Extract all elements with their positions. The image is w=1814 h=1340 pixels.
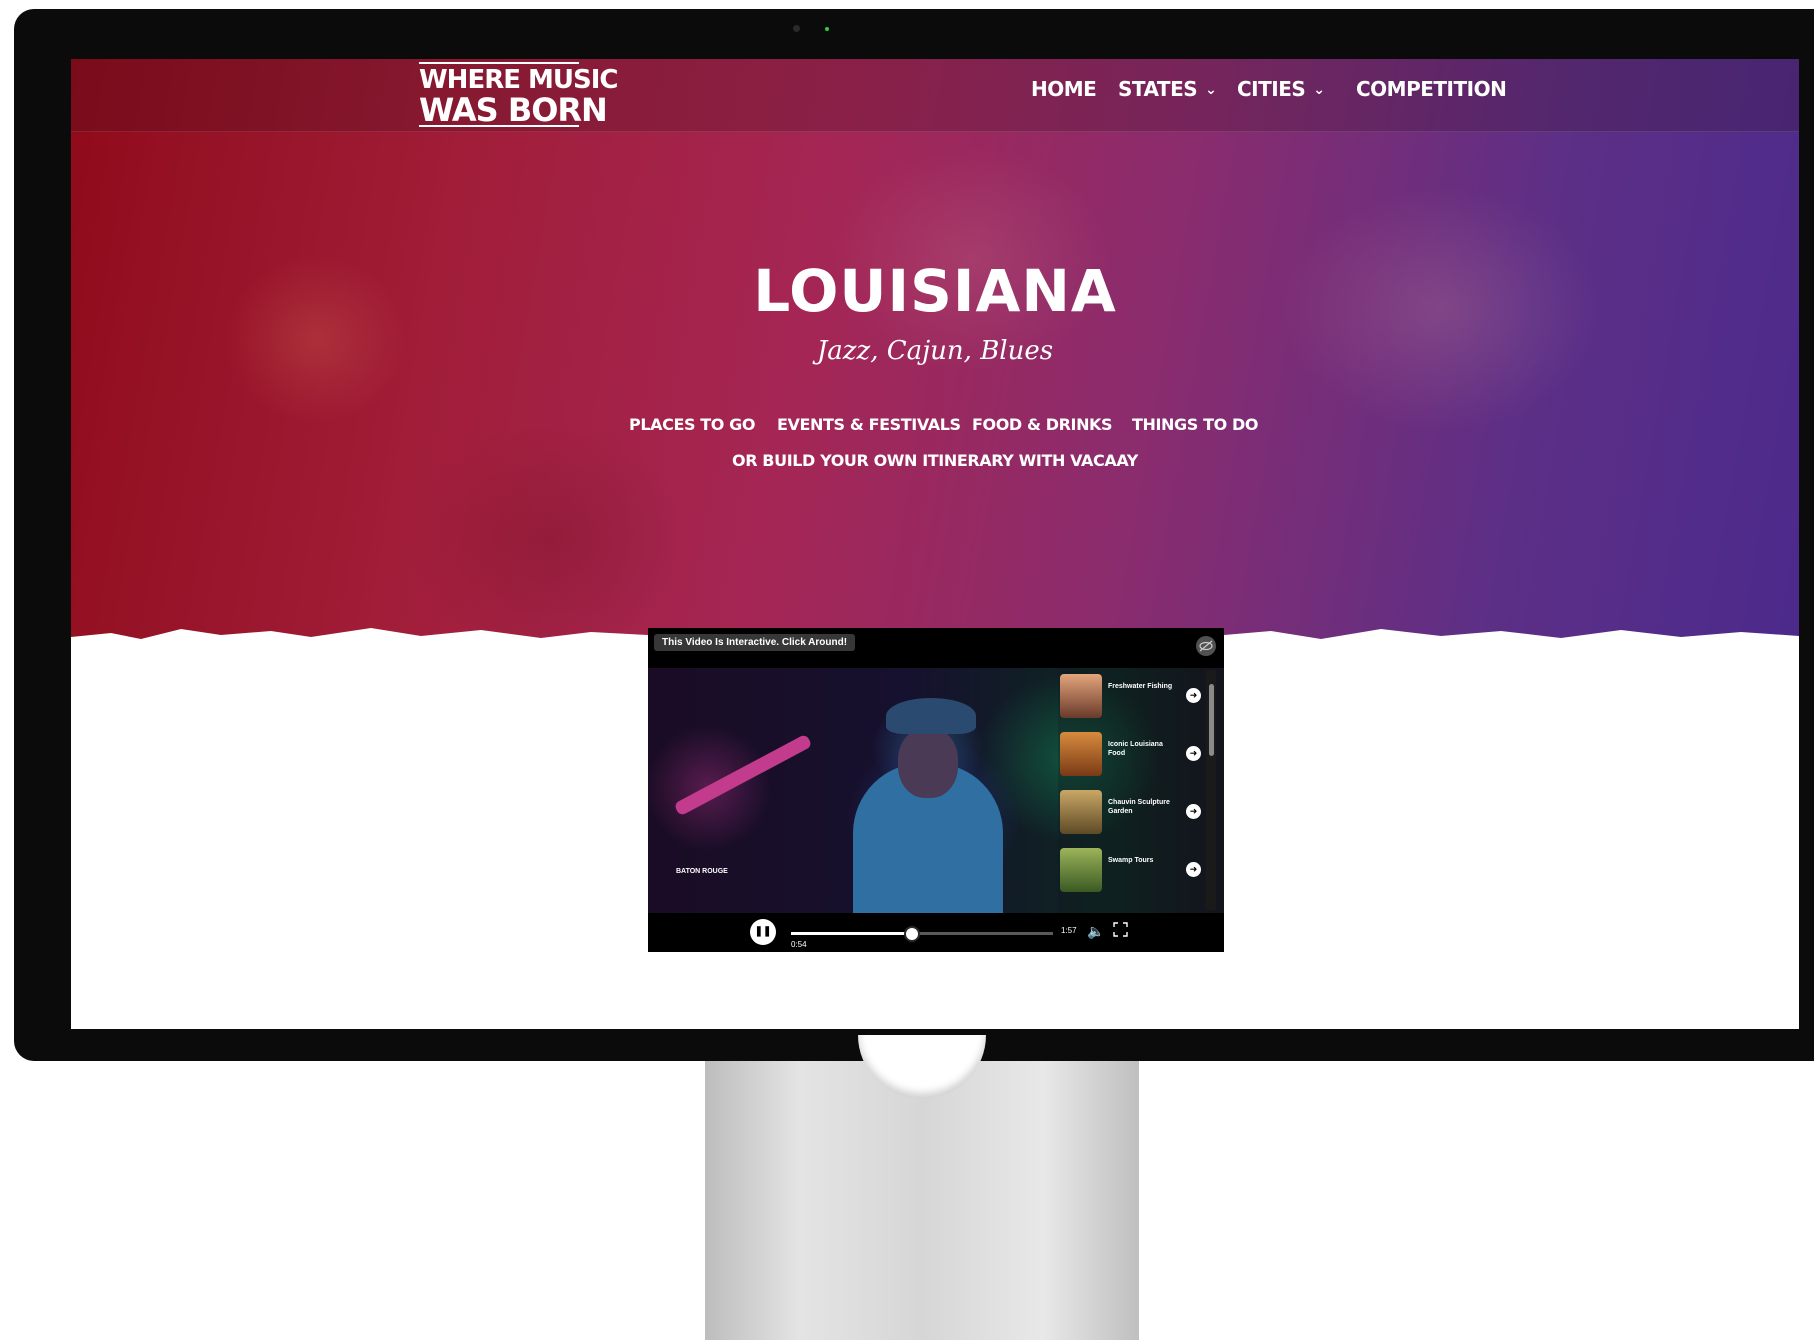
camera-icon: [793, 25, 800, 32]
duration: 1:57: [1061, 926, 1077, 935]
interactive-banner: This Video Is Interactive. Click Around!: [654, 634, 856, 651]
chevron-down-icon: ⌄: [1313, 82, 1325, 98]
browser-viewport: WHERE MUSIC WAS BORN HOME STATES ⌄ CITIES…: [71, 59, 1799, 1029]
nav-states-label: STATES: [1118, 77, 1198, 101]
arrow-right-circle-icon[interactable]: ➜: [1186, 804, 1201, 819]
link-places-to-go[interactable]: PLACES TO GO: [629, 415, 755, 434]
nav-competition-label: COMPETITION: [1356, 77, 1507, 101]
link-things-to-do[interactable]: THINGS TO DO: [1132, 415, 1258, 434]
arrow-right-circle-icon[interactable]: ➜: [1186, 688, 1201, 703]
eye-slash-icon[interactable]: [1196, 636, 1216, 656]
arrow-right-circle-icon[interactable]: ➜: [1186, 862, 1201, 877]
sidebar-card[interactable]: Chauvin Sculpture Garden ➜: [1058, 786, 1206, 838]
sidebar-scroll-thumb[interactable]: [1209, 684, 1214, 756]
map-label: BATON ROUGE: [676, 868, 728, 875]
volume-icon[interactable]: 🔈: [1087, 923, 1104, 940]
hero-banner: WHERE MUSIC WAS BORN HOME STATES ⌄ CITIES…: [71, 59, 1799, 699]
monitor-frame: WHERE MUSIC WAS BORN HOME STATES ⌄ CITIES…: [14, 9, 1814, 1061]
progress-fill: [791, 932, 912, 935]
progress-handle[interactable]: [903, 926, 920, 942]
sidebar-card[interactable]: Swamp Tours ➜: [1058, 844, 1206, 896]
interactive-video-player[interactable]: This Video Is Interactive. Click Around!…: [648, 628, 1224, 952]
card-label: Freshwater Fishing: [1108, 683, 1173, 690]
current-time: 0:54: [791, 940, 807, 949]
card-thumbnail: [1060, 674, 1102, 718]
site-header: WHERE MUSIC WAS BORN HOME STATES ⌄ CITIES…: [71, 59, 1799, 132]
card-label: Swamp Tours: [1108, 857, 1154, 864]
sidebar-card[interactable]: Freshwater Fishing ➜: [1058, 670, 1206, 722]
link-build-itinerary[interactable]: OR BUILD YOUR OWN ITINERARY WITH VACAAY: [71, 451, 1799, 470]
camera-led: [825, 27, 829, 31]
monitor-stand: [705, 1061, 1139, 1340]
progress-bar[interactable]: [791, 926, 1053, 942]
nav-home-label: HOME: [1031, 77, 1097, 101]
card-label: Iconic Louisiana Food: [1108, 741, 1163, 757]
arrow-right-circle-icon[interactable]: ➜: [1186, 746, 1201, 761]
nav-competition[interactable]: COMPETITION: [1356, 77, 1507, 101]
nav-cities-label: CITIES: [1237, 77, 1306, 101]
page-subtitle: Jazz, Cajun, Blues: [816, 336, 1054, 366]
card-thumbnail: [1060, 848, 1102, 892]
page-title: LOUISIANA: [753, 257, 1117, 325]
video-sidebar: Freshwater Fishing ➜ Iconic Louisiana Fo…: [1058, 668, 1224, 913]
fullscreen-icon[interactable]: [1113, 922, 1128, 937]
card-label: Chauvin Sculpture Garden: [1108, 799, 1170, 815]
link-food-drinks[interactable]: FOOD & DRINKS: [972, 415, 1113, 434]
card-thumbnail: [1060, 732, 1102, 776]
guitar-shape: [673, 733, 813, 817]
nav-cities[interactable]: CITIES ⌄: [1237, 77, 1325, 101]
site-logo[interactable]: WHERE MUSIC WAS BORN: [419, 59, 618, 129]
logo-line-2: WAS BORN: [419, 91, 608, 129]
link-events-festivals[interactable]: EVENTS & FESTIVALS: [777, 415, 961, 434]
video-controls: ❚❚ 0:54 1:57 🔈: [648, 913, 1224, 952]
card-thumbnail: [1060, 790, 1102, 834]
pause-icon[interactable]: ❚❚: [750, 919, 776, 945]
nav-states[interactable]: STATES ⌄: [1118, 77, 1217, 101]
chevron-down-icon: ⌄: [1205, 82, 1217, 98]
sidebar-card[interactable]: Iconic Louisiana Food ➜: [1058, 728, 1206, 780]
nav-home[interactable]: HOME: [1031, 77, 1097, 101]
